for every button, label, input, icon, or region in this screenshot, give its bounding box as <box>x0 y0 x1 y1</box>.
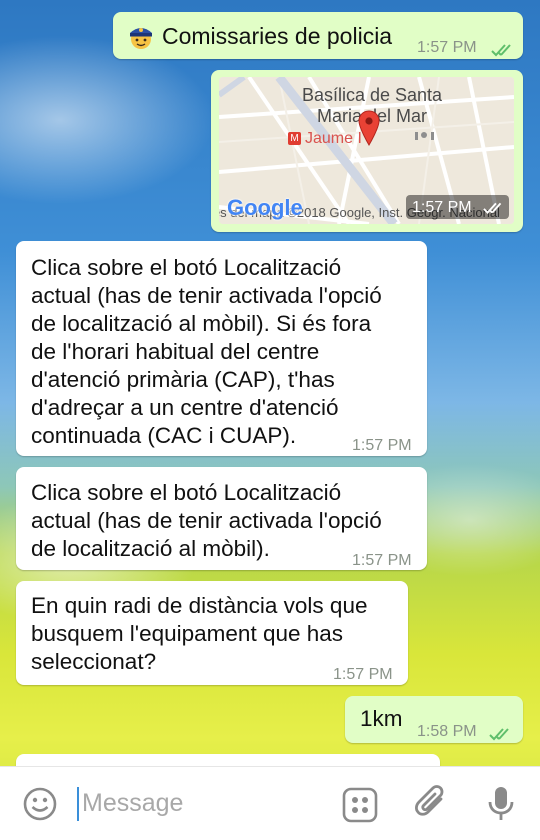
emoji-icon[interactable] <box>22 786 58 827</box>
message-time: 1:57 PM <box>333 666 393 683</box>
message-text: 1km <box>360 706 403 731</box>
message-time: 1:57 PM <box>352 437 412 454</box>
message-composer: Message <box>0 766 540 840</box>
mic-icon[interactable] <box>486 785 516 828</box>
attach-icon[interactable] <box>414 785 450 828</box>
incoming-message[interactable]: Clica sobre el botó Localització actual … <box>16 241 427 456</box>
outgoing-message[interactable]: Comissaries de policia 1:57 PM <box>113 12 523 59</box>
text-caret <box>77 787 79 821</box>
read-ticks-icon <box>489 720 515 741</box>
message-time: 1:58 PM <box>417 723 477 740</box>
read-ticks-icon <box>483 201 507 220</box>
message-text: En quin radi de distància vols que busqu… <box>31 593 368 674</box>
message-input[interactable]: Message <box>82 789 183 818</box>
message-text: Clica sobre el botó Localització actual … <box>31 480 382 561</box>
message-time: 1:57 PM <box>417 39 477 56</box>
incoming-message[interactable]: Clica sobre el botó Localització actual … <box>16 467 427 570</box>
sticker-icon[interactable] <box>342 787 378 828</box>
message-time: 1:57 PM <box>352 552 412 569</box>
message-text: Clica sobre el botó Localització actual … <box>31 255 382 448</box>
incoming-message[interactable]: En quin radi de distància vols que busqu… <box>16 581 408 685</box>
location-pin-icon <box>358 110 380 151</box>
map-station-label: Jaume I <box>305 130 362 147</box>
message-time: 1:57 PM <box>412 199 472 216</box>
police-officer-emoji-icon <box>126 21 156 58</box>
outgoing-message[interactable]: 1km 1:58 PM <box>345 696 523 743</box>
google-logo: Google <box>227 195 303 220</box>
metro-station-icon: M <box>288 132 301 145</box>
read-ticks-icon <box>491 36 517 57</box>
message-text: Comissaries de policia <box>162 23 393 49</box>
location-map[interactable]: Basílica de Santa Maria del Mar M Jaume … <box>219 77 514 224</box>
